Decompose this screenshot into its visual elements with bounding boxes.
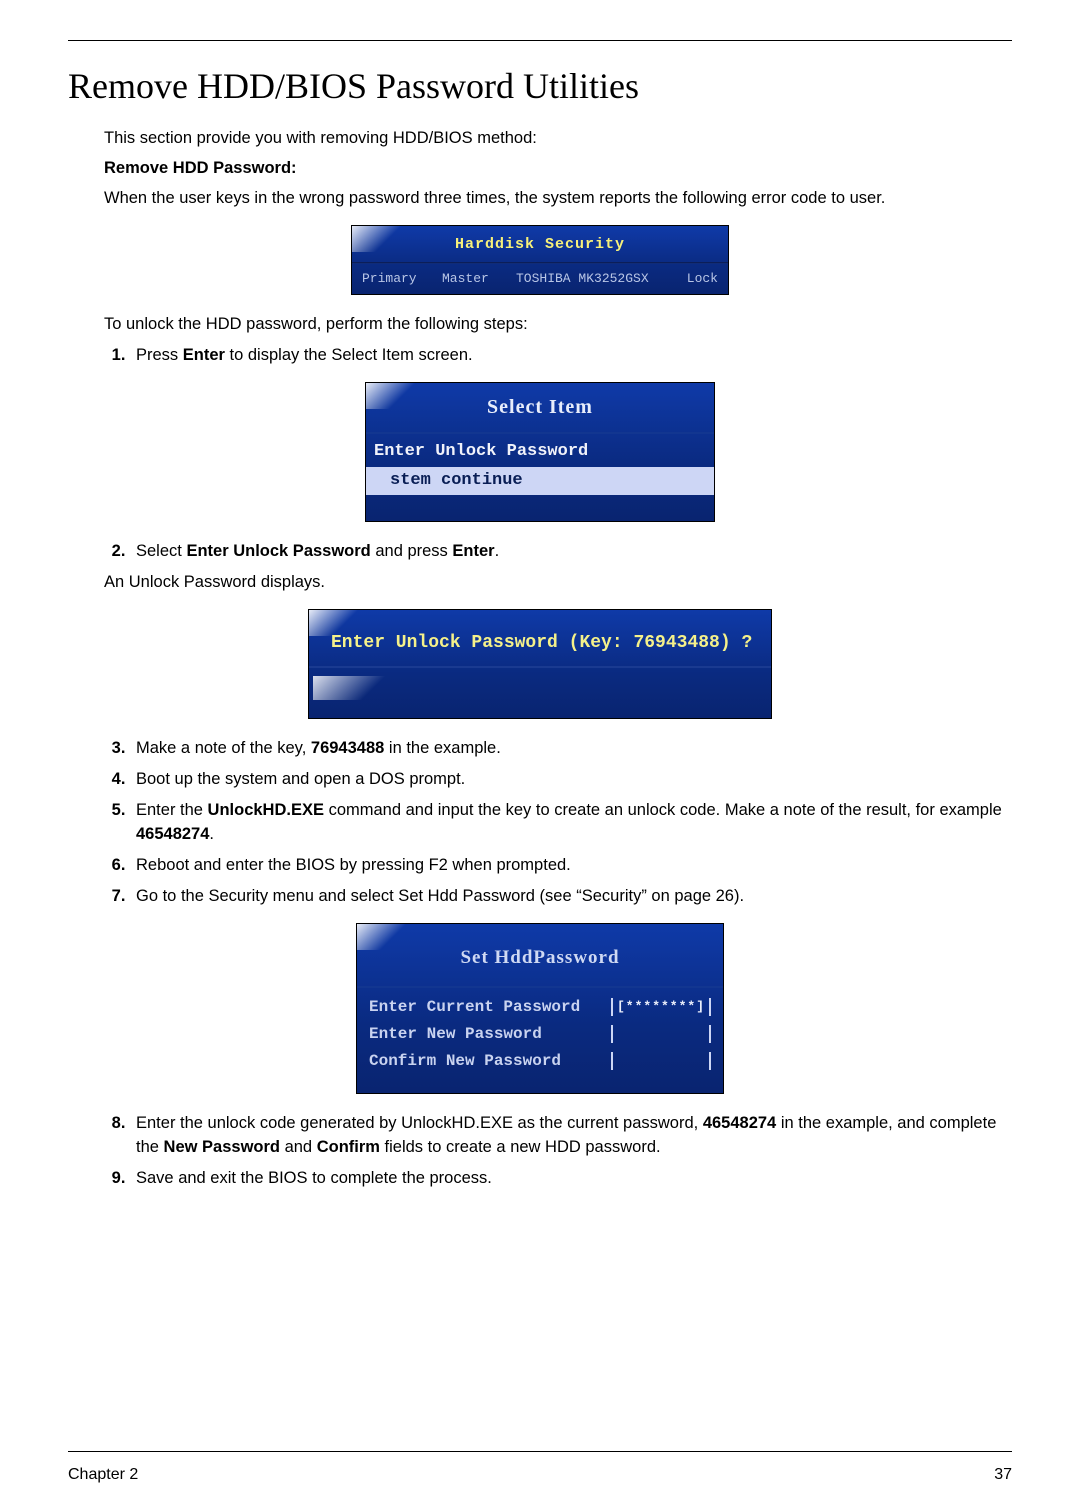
fig2-header: Select Item — [366, 383, 714, 432]
body: This section provide you with removing H… — [68, 127, 1012, 1191]
figure-1-wrap: Harddisk Security Primary Master TOSHIBA… — [68, 225, 1012, 296]
step-9: Save and exit the BIOS to complete the p… — [130, 1167, 1012, 1191]
figure-3-wrap: Enter Unlock Password (Key: 76943488) ? — [68, 609, 1012, 719]
steps-list-c: Make a note of the key, 76943488 in the … — [68, 737, 1012, 909]
step-4: Boot up the system and open a DOS prompt… — [130, 768, 1012, 792]
steps-list-a: Press Enter to display the Select Item s… — [68, 344, 1012, 368]
fig2-option-continue: stem continue — [366, 467, 714, 496]
step-7-text: Go to the Security menu and select Set H… — [136, 887, 744, 905]
footer: Chapter 2 37 — [68, 1466, 1012, 1484]
figure-harddisk-security: Harddisk Security Primary Master TOSHIBA… — [351, 225, 729, 296]
step-2-text: Select Enter Unlock Password and press E… — [136, 542, 499, 560]
footer-page-number: 37 — [994, 1466, 1012, 1484]
step-5: Enter the UnlockHD.EXE command and input… — [130, 799, 1012, 847]
figure-4-wrap: Set HddPassword Enter Current Password [… — [68, 923, 1012, 1094]
fig4-row-confirm: Confirm New Password — [369, 1048, 711, 1075]
step-4-text: Boot up the system and open a DOS prompt… — [136, 770, 465, 788]
fig4-header: Set HddPassword — [357, 924, 723, 986]
rule-bottom — [68, 1451, 1012, 1452]
step-9-text: Save and exit the BIOS to complete the p… — [136, 1169, 492, 1187]
fig1-col-model: TOSHIBA MK3252GSX — [516, 270, 662, 289]
step-7: Go to the Security menu and select Set H… — [130, 885, 1012, 909]
fig3-separator — [309, 666, 771, 668]
fig4-confirm-value — [611, 1052, 711, 1070]
after-fig1-text: To unlock the HDD password, perform the … — [104, 313, 1012, 337]
steps-list-d: Enter the unlock code generated by Unloc… — [68, 1112, 1012, 1191]
fig4-new-value — [611, 1025, 711, 1043]
step-1: Press Enter to display the Select Item s… — [130, 344, 1012, 368]
fig1-col-master: Master — [442, 270, 506, 289]
fig2-option-unlock: Enter Unlock Password — [366, 438, 714, 467]
step-5-text: Enter the UnlockHD.EXE command and input… — [136, 801, 1002, 843]
fig3-line: Enter Unlock Password (Key: 76943488) ? — [309, 610, 771, 662]
fig4-row-current: Enter Current Password [********] — [369, 994, 711, 1021]
fig2-options: Enter Unlock Password stem continue — [366, 432, 714, 521]
fig4-current-label: Enter Current Password — [369, 996, 611, 1019]
step-8-text: Enter the unlock code generated by Unloc… — [136, 1114, 996, 1156]
fig1-header: Harddisk Security — [352, 226, 728, 263]
fig4-fields: Enter Current Password [********] Enter … — [357, 986, 723, 1080]
fig4-row-new: Enter New Password — [369, 1021, 711, 1048]
step-2: Select Enter Unlock Password and press E… — [130, 540, 1012, 564]
step-6-text: Reboot and enter the BIOS by pressing F2… — [136, 856, 571, 874]
figure-set-hdd-password: Set HddPassword Enter Current Password [… — [356, 923, 724, 1094]
figure-2-wrap: Select Item Enter Unlock Password stem c… — [68, 382, 1012, 522]
fig4-current-value: [********] — [611, 998, 711, 1016]
step-8: Enter the unlock code generated by Unloc… — [130, 1112, 1012, 1160]
step-3-text: Make a note of the key, 76943488 in the … — [136, 739, 501, 757]
page: Remove HDD/BIOS Password Utilities This … — [0, 0, 1080, 1512]
rule-top — [68, 40, 1012, 41]
section-title: Remove HDD/BIOS Password Utilities — [68, 65, 1012, 107]
subheading: Remove HDD Password: — [104, 157, 1012, 181]
step-3: Make a note of the key, 76943488 in the … — [130, 737, 1012, 761]
step-6: Reboot and enter the BIOS by pressing F2… — [130, 854, 1012, 878]
fig4-new-label: Enter New Password — [369, 1023, 611, 1046]
footer-chapter: Chapter 2 — [68, 1466, 138, 1484]
step-1-text: Press Enter to display the Select Item s… — [136, 346, 473, 364]
figure-unlock-prompt: Enter Unlock Password (Key: 76943488) ? — [308, 609, 772, 719]
fig3-input-area — [309, 672, 771, 718]
fig1-row: Primary Master TOSHIBA MK3252GSX Lock — [352, 263, 728, 295]
fig1-col-primary: Primary — [362, 270, 432, 289]
after-step2-text: An Unlock Password displays. — [104, 571, 1012, 595]
intro-text: This section provide you with removing H… — [104, 127, 1012, 151]
intro2-text: When the user keys in the wrong password… — [104, 187, 1012, 211]
fig1-col-lock: Lock — [672, 270, 718, 289]
steps-list-b: Select Enter Unlock Password and press E… — [68, 540, 1012, 564]
fig4-confirm-label: Confirm New Password — [369, 1050, 611, 1073]
figure-select-item: Select Item Enter Unlock Password stem c… — [365, 382, 715, 522]
